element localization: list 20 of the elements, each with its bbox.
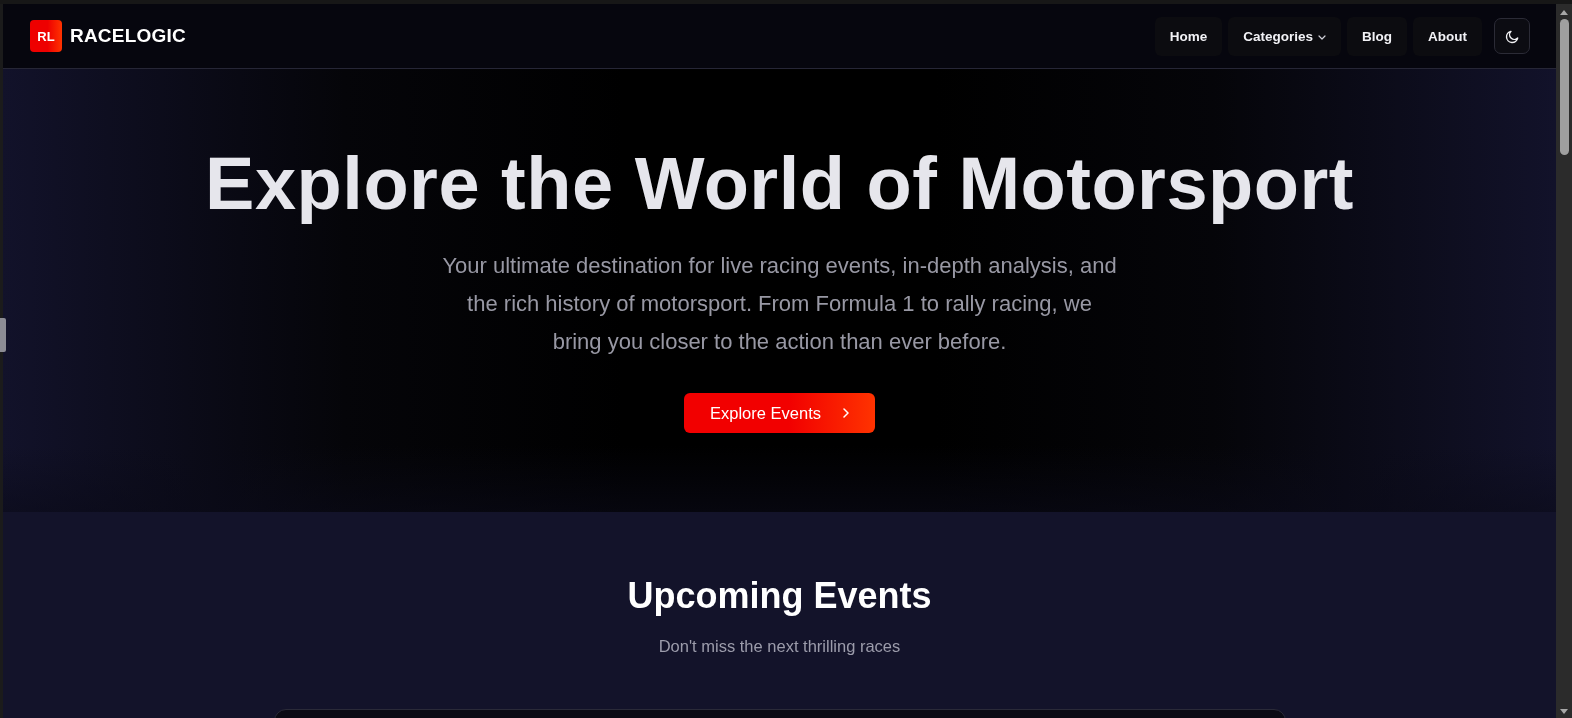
section-title: Upcoming Events	[627, 574, 932, 618]
section-subtitle: Don't miss the next thrilling races	[658, 636, 901, 657]
resize-handle[interactable]	[0, 318, 6, 352]
scrollbar-thumb[interactable]	[1559, 19, 1569, 155]
hero-title: Explore the World of Motorsport	[205, 144, 1354, 223]
nav-dropdown[interactable]: Categories	[1228, 16, 1341, 56]
theme-toggle-button[interactable]	[1494, 18, 1530, 54]
moon-icon	[1504, 28, 1520, 44]
nav-link[interactable]: Home	[1154, 16, 1223, 56]
caret-icon	[1318, 34, 1326, 40]
explore-events-button[interactable]: Explore Events	[684, 393, 875, 433]
nav-link[interactable]: Blog	[1347, 16, 1407, 56]
brand-name[interactable]: RACELOGIC	[70, 25, 186, 47]
nav-link[interactable]: About	[1413, 16, 1482, 56]
hero-description: Your ultimate destination for live racing events, in-depth analysis, and the rich history of motorsport. From Formula 1 to rally racing, we bring you closer to the action than ever before.	[442, 252, 1117, 356]
logo-badge[interactable]: RL	[30, 20, 62, 52]
scroll-up-icon[interactable]	[1560, 10, 1568, 15]
scrollbar[interactable]	[1556, 4, 1572, 718]
chevron-right-icon	[843, 408, 849, 418]
scroll-down-icon[interactable]	[1560, 709, 1568, 714]
